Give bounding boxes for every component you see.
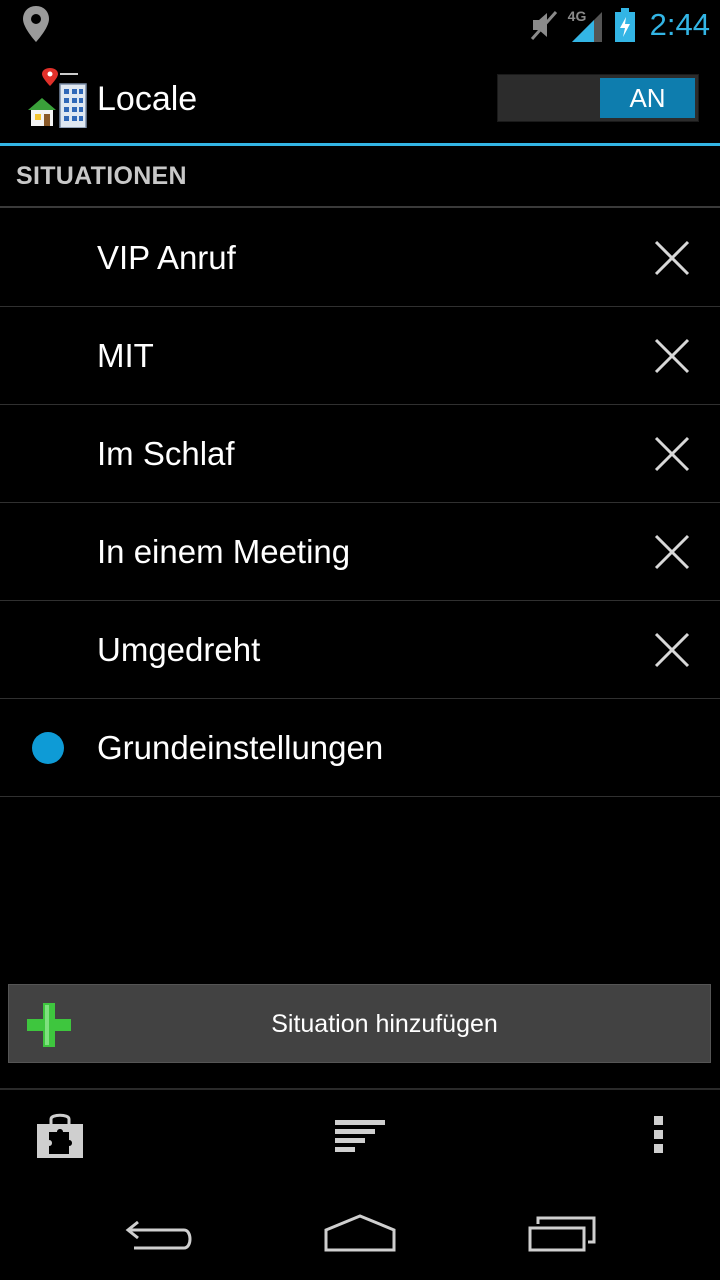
situation-label: MIT bbox=[97, 337, 154, 374]
system-nav-bar bbox=[0, 1184, 720, 1280]
bottom-action-bar bbox=[0, 1090, 720, 1184]
delete-icon[interactable] bbox=[648, 234, 696, 282]
situation-label: Umgedreht bbox=[97, 631, 261, 668]
status-bar: 4G 2:44 bbox=[0, 0, 720, 50]
action-bar-divider bbox=[0, 143, 720, 146]
home-icon[interactable] bbox=[322, 1212, 398, 1254]
sort-icon[interactable] bbox=[335, 1120, 385, 1152]
section-header: SITUATIONEN bbox=[16, 162, 187, 190]
situation-label: Grundeinstellungen bbox=[97, 729, 384, 766]
enable-toggle[interactable]: AN bbox=[497, 74, 699, 122]
situation-row-in-einem-meeting[interactable]: In einem Meeting bbox=[0, 503, 720, 601]
situation-label: Im Schlaf bbox=[97, 435, 235, 472]
action-bar: Locale AN bbox=[0, 50, 720, 144]
add-situation-button[interactable]: Situation hinzufügen bbox=[8, 984, 711, 1063]
app-logo-icon bbox=[28, 68, 87, 128]
situation-row-vip-anruf[interactable]: VIP Anruf bbox=[0, 209, 720, 307]
app-title: Locale bbox=[97, 80, 198, 118]
signal-icon: 4G bbox=[568, 8, 604, 42]
delete-icon[interactable] bbox=[648, 430, 696, 478]
situation-row-grundeinstellungen[interactable]: Grundeinstellungen bbox=[0, 699, 720, 797]
recent-apps-icon[interactable] bbox=[526, 1214, 598, 1254]
situation-list: VIP Anruf MIT Im Schlaf In einem Meeting… bbox=[0, 209, 720, 797]
situation-row-im-schlaf[interactable]: Im Schlaf bbox=[0, 405, 720, 503]
situation-label: VIP Anruf bbox=[97, 239, 236, 276]
situation-row-umgedreht[interactable]: Umgedreht bbox=[0, 601, 720, 699]
status-icons: 4G 2:44 bbox=[530, 0, 710, 50]
delete-icon[interactable] bbox=[648, 332, 696, 380]
battery-charging-icon bbox=[614, 8, 635, 42]
delete-icon[interactable] bbox=[648, 528, 696, 576]
back-icon[interactable] bbox=[124, 1214, 196, 1254]
situation-label: In einem Meeting bbox=[97, 533, 351, 570]
location-icon bbox=[23, 6, 49, 42]
mute-icon bbox=[530, 11, 557, 40]
section-divider bbox=[0, 206, 720, 208]
overflow-menu-icon[interactable] bbox=[653, 1114, 665, 1156]
clock: 2:44 bbox=[649, 7, 710, 42]
plugin-store-icon[interactable] bbox=[35, 1110, 85, 1160]
active-indicator-dot bbox=[32, 732, 64, 764]
delete-icon[interactable] bbox=[648, 626, 696, 674]
toggle-on-thumb[interactable]: AN bbox=[600, 78, 695, 118]
add-situation-label: Situation hinzufügen bbox=[271, 1010, 498, 1038]
situation-row-mit[interactable]: MIT bbox=[0, 307, 720, 405]
